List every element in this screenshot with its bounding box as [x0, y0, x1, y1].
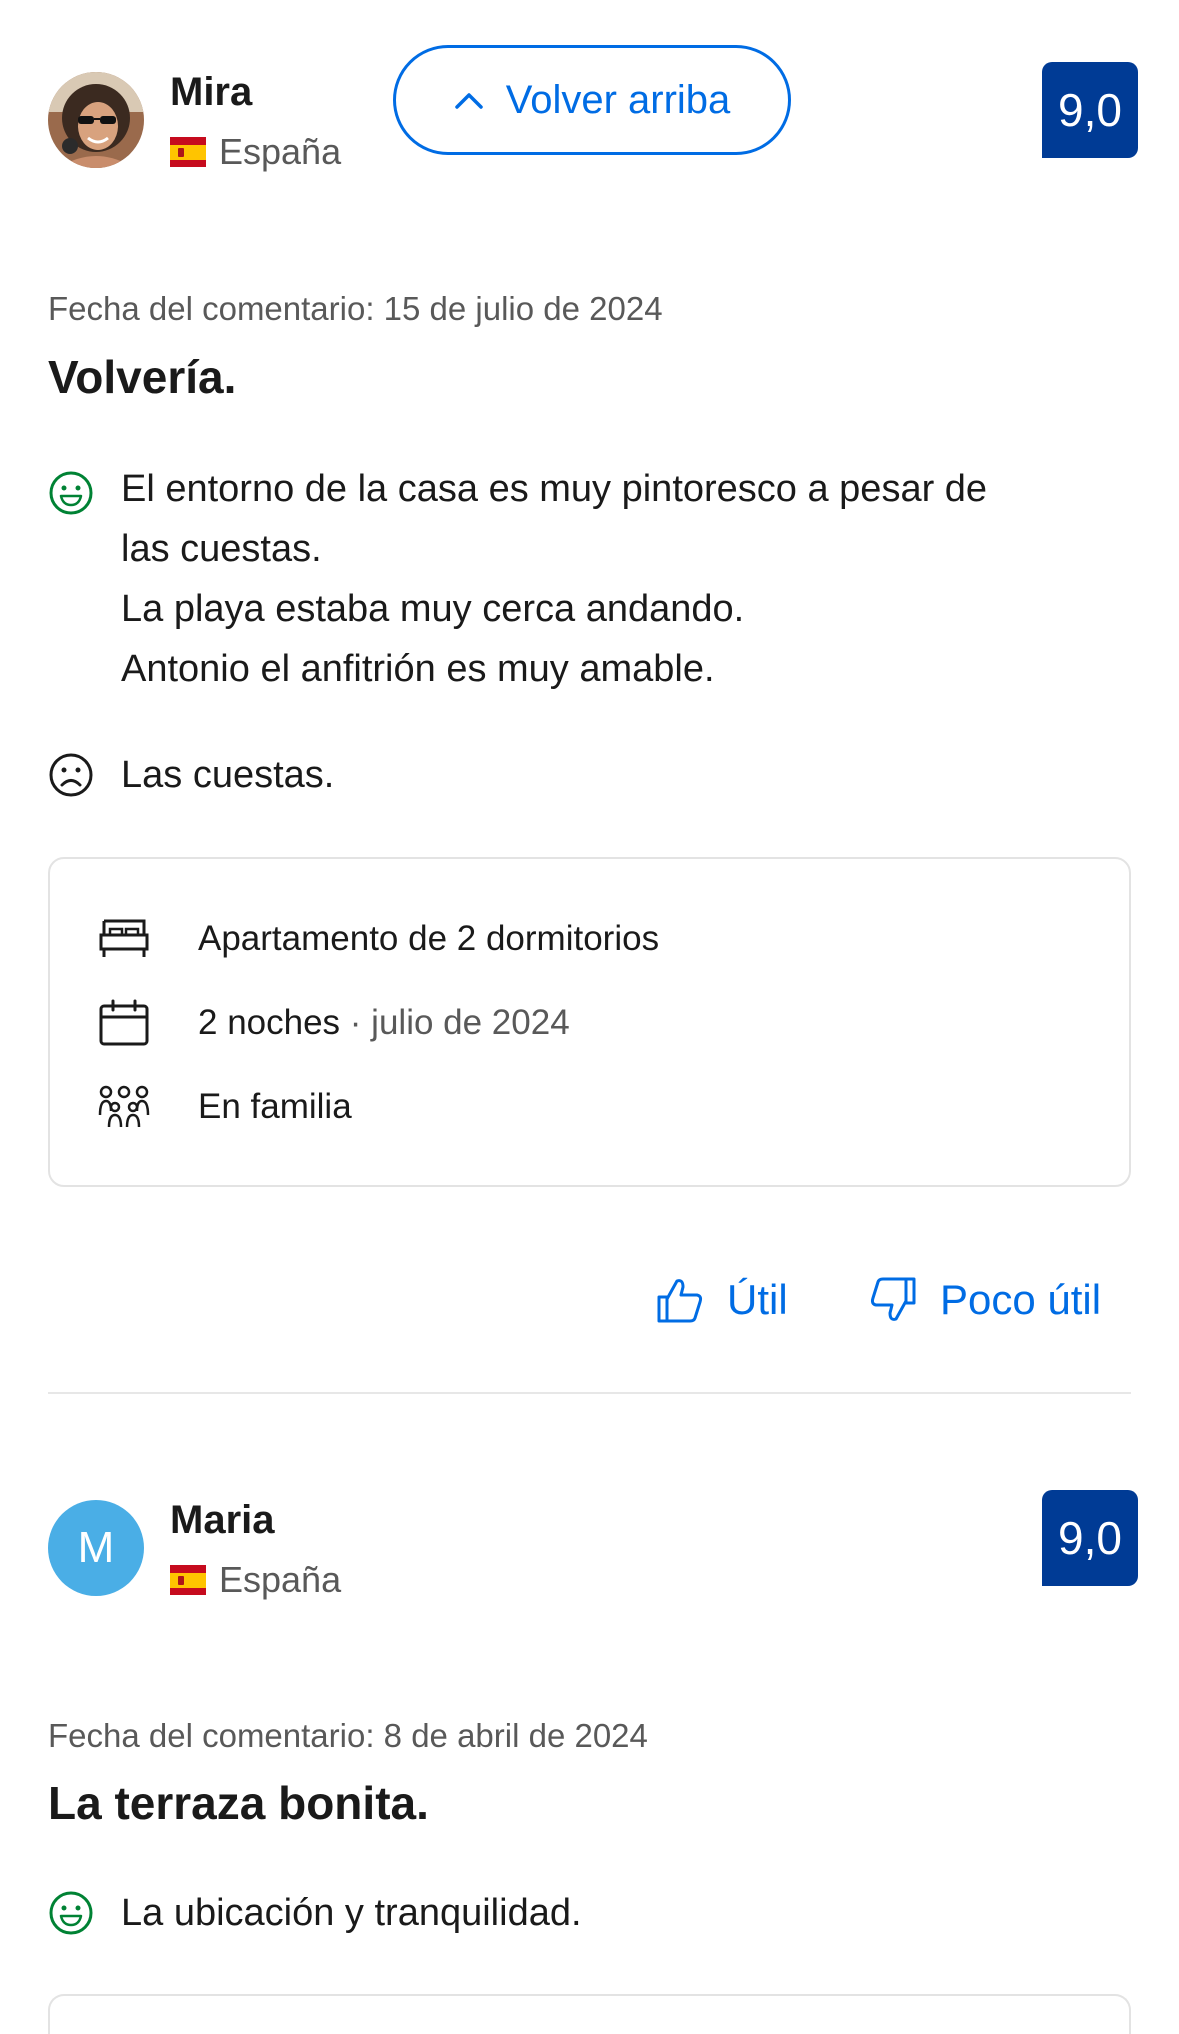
- positive-line: Antonio el anfitrión es muy amable.: [121, 648, 715, 690]
- review-title: Volvería.: [48, 351, 237, 403]
- positive-smile-icon: [48, 1890, 94, 1936]
- calendar-icon: [98, 999, 150, 1047]
- positive-line: La ubicación y tranquilidad.: [121, 1892, 582, 1934]
- back-to-top-button[interactable]: Volver arriba: [393, 45, 791, 155]
- review-card: M Maria España 9,0 Fecha del comentario:…: [0, 1400, 1179, 2034]
- positive-line: las cuestas.: [121, 528, 322, 570]
- stay-separator: ·: [340, 1003, 372, 1042]
- spain-flag-icon: [170, 137, 206, 167]
- helpful-label: Útil: [727, 1276, 788, 1323]
- review-date: Fecha del comentario: 15 de julio de 202…: [48, 290, 663, 327]
- positive-comment: El entorno de la casa es muy pintoresco …: [121, 459, 987, 699]
- negative-line: Las cuestas.: [121, 754, 335, 796]
- thumbs-up-icon: [657, 1279, 703, 1323]
- reviewer-name: Mira: [170, 70, 253, 114]
- room-type: Apartamento de 2 dormitorios: [198, 919, 660, 958]
- helpful-button[interactable]: Útil: [655, 1270, 788, 1330]
- country-label: España: [219, 1559, 342, 1600]
- review-score-badge: 9,0: [1042, 1490, 1138, 1586]
- reviewer-name: Maria: [170, 1498, 275, 1542]
- back-to-top-label: Volver arriba: [505, 77, 731, 122]
- reviewer-country: España: [170, 1558, 341, 1602]
- nights-count: 2 noches: [198, 1003, 341, 1042]
- thumbs-down-icon: [870, 1277, 916, 1321]
- reviewer-country: España: [170, 130, 341, 174]
- positive-smile-icon: [48, 470, 94, 516]
- negative-frown-icon: [48, 752, 94, 798]
- reviewer-avatar: M: [48, 1500, 144, 1596]
- stay-info-card: [48, 1994, 1131, 2034]
- negative-comment: Las cuestas.: [121, 745, 334, 805]
- positive-line: La playa estaba muy cerca andando.: [121, 588, 745, 630]
- country-label: España: [219, 131, 342, 172]
- spain-flag-icon: [170, 1565, 206, 1595]
- review-date: Fecha del comentario: 8 de abril de 2024: [48, 1717, 648, 1754]
- stay-duration: 2 noches · julio de 2024: [198, 1003, 570, 1043]
- chevron-up-icon: [454, 93, 483, 109]
- bed-icon: [98, 917, 150, 961]
- positive-comment: La ubicación y tranquilidad.: [121, 1883, 582, 1943]
- review-divider: [48, 1392, 1131, 1394]
- reviewer-avatar: [48, 72, 144, 168]
- review-score-badge: 9,0: [1042, 62, 1138, 158]
- not-helpful-button[interactable]: Poco útil: [868, 1270, 1101, 1330]
- review-title: La terraza bonita.: [48, 1777, 429, 1829]
- not-helpful-label: Poco útil: [940, 1276, 1102, 1323]
- positive-line: El entorno de la casa es muy pintoresco …: [121, 468, 988, 510]
- review-card: Mira España Volver arriba 9,0 Fecha del …: [0, 0, 1179, 1400]
- stay-month: julio de 2024: [371, 1003, 570, 1042]
- traveler-type: En familia: [198, 1087, 352, 1126]
- family-icon: [98, 1085, 150, 1131]
- stay-info-card: Apartamento de 2 dormitorios 2 noches · …: [48, 857, 1131, 1187]
